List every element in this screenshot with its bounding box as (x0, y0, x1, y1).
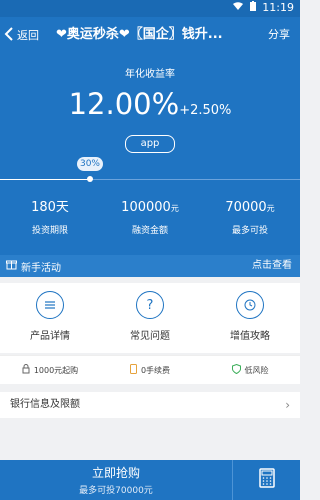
question-icon: ? (136, 291, 164, 319)
rate-label: 年化收益率 (125, 69, 175, 80)
app-tag: app (125, 135, 175, 153)
rate-main: 12.00% (68, 87, 180, 121)
newbie-left: 新手活动 (6, 255, 61, 277)
rate-bonus: +2.50% (179, 103, 232, 118)
stat-label: 最多可投 (231, 226, 268, 236)
badge-label: 低风险 (244, 365, 269, 375)
bank-info-row[interactable]: 银行信息及限额 › (0, 392, 300, 418)
feature-label: 产品详情 (30, 331, 70, 342)
lock-icon (22, 363, 30, 377)
badge-row: 1000元起购 0手续费 低风险 (0, 355, 300, 384)
progress-fill (0, 179, 90, 180)
page-title: ❤奥运秒杀❤〖国企〗钱升... (56, 27, 223, 42)
feature-faq[interactable]: ? 常见问题 (100, 283, 200, 353)
feature-label: 常见问题 (130, 331, 170, 342)
list-icon (36, 291, 64, 319)
shield-icon (231, 363, 241, 377)
stat-amount: 100000元 融资金额 (100, 196, 200, 236)
newbie-activity-bar[interactable]: 新手活动 点击查看 (0, 255, 300, 277)
badge-no-fee: 0手续费 (100, 356, 200, 384)
share-button[interactable]: 分享 (268, 17, 290, 53)
chevron-left-icon (4, 26, 14, 44)
chevron-right-icon: › (285, 398, 290, 412)
feature-value-guide[interactable]: 增值攻略 (200, 283, 300, 353)
stat-value: 70000 (225, 200, 267, 215)
badge-min-purchase: 1000元起购 (0, 356, 100, 384)
badge-low-risk: 低风险 (200, 356, 300, 384)
feature-row: 产品详情 ? 常见问题 增值攻略 (0, 283, 300, 353)
wifi-icon (232, 1, 244, 14)
status-time: 11:19 (262, 1, 294, 14)
battery-icon (250, 1, 257, 14)
back-button[interactable]: 返回 (4, 17, 39, 53)
bank-info-label: 银行信息及限额 (10, 399, 80, 410)
back-label: 返回 (17, 29, 39, 42)
clock-icon (236, 291, 264, 319)
badge-label: 0手续费 (140, 365, 171, 375)
badge-label: 1000元起购 (33, 365, 79, 375)
status-right: 11:19 (232, 1, 294, 14)
stat-label: 融资金额 (131, 226, 168, 236)
progress-dot (87, 176, 93, 182)
rate-display: 12.00%+2.50% (0, 87, 300, 121)
stat-value: 180天 (31, 200, 69, 215)
view-details-link[interactable]: 点击查看 (252, 255, 292, 277)
buy-now-label: 立即抢购 (91, 466, 140, 480)
progress-label: 30% (77, 157, 103, 171)
newbie-label: 新手活动 (21, 262, 61, 274)
bottom-action-bar: 立即抢购 最多可投70000元 (0, 460, 300, 500)
product-hero: 年化收益率 12.00%+2.50% app 30% 180天 投资期限 100… (0, 53, 300, 255)
gift-icon (6, 259, 17, 273)
phone-icon (129, 363, 137, 377)
app-bar: 返回 ❤奥运秒杀❤〖国企〗钱升... 分享 (0, 17, 300, 53)
status-bar: 11:19 (0, 0, 300, 17)
stat-label: 投资期限 (31, 226, 68, 236)
buy-now-button[interactable]: 立即抢购 最多可投70000元 (0, 460, 232, 500)
stat-max: 70000元 最多可投 (200, 196, 300, 236)
stat-value: 100000 (121, 200, 171, 215)
stat-term: 180天 投资期限 (0, 196, 100, 236)
max-invest-label: 最多可投70000元 (79, 486, 153, 496)
calculator-button[interactable] (232, 460, 300, 500)
stats-row: 180天 投资期限 100000元 融资金额 70000元 最多可投 (0, 196, 300, 236)
feature-label: 增值攻略 (230, 331, 270, 342)
calculator-icon (258, 468, 275, 492)
stat-unit: 元 (170, 204, 179, 213)
feature-product-details[interactable]: 产品详情 (0, 283, 100, 353)
stat-unit: 元 (266, 204, 275, 213)
